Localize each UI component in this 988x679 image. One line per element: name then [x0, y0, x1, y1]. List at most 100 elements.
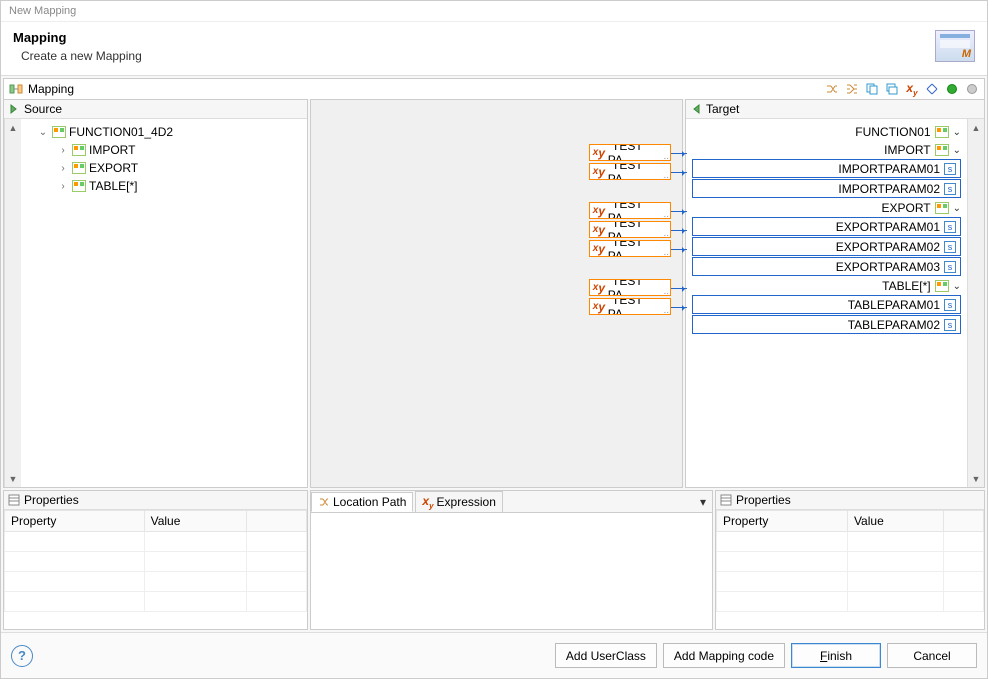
- help-icon[interactable]: ?: [11, 645, 33, 667]
- function-icon: [51, 124, 67, 140]
- group-icon: [71, 142, 87, 158]
- group-icon: [71, 160, 87, 176]
- finish-button[interactable]: Finish: [791, 643, 881, 668]
- collapse-icon[interactable]: ⌄: [953, 281, 961, 292]
- collapse-icon[interactable]: ⌄: [953, 127, 961, 138]
- tab-location-path[interactable]: Location Path: [311, 492, 413, 512]
- expression-node[interactable]: xy"TEST PA.....: [589, 240, 671, 257]
- tab-expression[interactable]: xy Expression: [415, 491, 503, 513]
- source-tree[interactable]: ⌄ FUNCTION01_4D2 › IMPORT ›: [21, 119, 307, 199]
- tree-node-export[interactable]: › EXPORT: [23, 159, 305, 177]
- properties-right-grid[interactable]: PropertyValue: [716, 510, 984, 612]
- col-property[interactable]: Property: [5, 511, 145, 532]
- target-param[interactable]: EXPORTPARAM03s: [692, 257, 961, 276]
- connector-line: [671, 153, 687, 154]
- mapping-icon: [8, 81, 24, 97]
- tool-automap-icon[interactable]: [844, 81, 860, 97]
- source-out-icon: [8, 103, 20, 115]
- banner-subtitle: Create a new Mapping: [21, 49, 142, 63]
- group-icon: [934, 200, 950, 216]
- expand-icon[interactable]: ›: [57, 145, 69, 156]
- target-group-export[interactable]: EXPORT ⌄: [688, 199, 965, 217]
- target-group-import[interactable]: IMPORT ⌄: [688, 141, 965, 159]
- expression-node[interactable]: xy"TEST PA.....: [589, 163, 671, 180]
- add-userclass-button[interactable]: Add UserClass: [555, 643, 657, 668]
- expr-icon: xy: [592, 204, 606, 218]
- tool-paste-icon[interactable]: [884, 81, 900, 97]
- connector-line: [671, 249, 687, 250]
- col-property[interactable]: Property: [717, 511, 848, 532]
- expression-tab-icon: xy: [422, 494, 433, 510]
- expr-icon: xy: [592, 300, 606, 314]
- collapse-icon[interactable]: ⌄: [953, 145, 961, 156]
- window-title: New Mapping: [1, 1, 987, 22]
- properties-icon: [720, 494, 732, 506]
- tab-label: Location Path: [333, 495, 406, 509]
- expression-node[interactable]: xy"TEST PA.....: [589, 298, 671, 315]
- target-param[interactable]: EXPORTPARAM01s: [692, 217, 961, 236]
- properties-right-header: Properties: [736, 493, 791, 507]
- source-scrollbar-left[interactable]: ▲▼: [4, 119, 21, 487]
- add-mapping-code-button[interactable]: Add Mapping code: [663, 643, 785, 668]
- tool-map-icon[interactable]: [824, 81, 840, 97]
- collapse-icon[interactable]: ⌄: [37, 127, 49, 138]
- expand-icon[interactable]: ›: [57, 181, 69, 192]
- work-area: Mapping xy Source ▲▼: [1, 76, 987, 632]
- mapping-main-split: Source ▲▼ ⌄ FUNCTION01_4D2 ›: [3, 99, 985, 488]
- string-type-icon: s: [944, 221, 956, 233]
- expr-icon: xy: [592, 223, 606, 237]
- expr-icon: xy: [592, 146, 606, 160]
- expression-text: "TEST PA...: [608, 163, 670, 180]
- center-tabbar: Location Path xy Expression ▾: [311, 491, 712, 513]
- tool-expand-all-icon[interactable]: [924, 81, 940, 97]
- function-icon: [934, 124, 950, 140]
- tree-node-table[interactable]: › TABLE[*]: [23, 177, 305, 195]
- target-group-label: TABLE[*]: [882, 279, 930, 293]
- col-value[interactable]: Value: [847, 511, 943, 532]
- tab-label: Expression: [437, 495, 496, 509]
- tab-menu-icon[interactable]: ▾: [694, 495, 712, 509]
- target-scrollbar[interactable]: ▲▼: [967, 119, 984, 487]
- cancel-button[interactable]: Cancel: [887, 643, 977, 668]
- col-blank[interactable]: [944, 511, 984, 532]
- center-detail-panel: Location Path xy Expression ▾: [310, 490, 713, 630]
- mapping-canvas[interactable]: xy"TEST PA..... xy"TEST PA..... xy"TEST …: [310, 99, 683, 488]
- string-type-icon: s: [944, 319, 956, 331]
- properties-left-grid[interactable]: PropertyValue: [4, 510, 307, 612]
- expression-text: "TEST PA...: [608, 279, 670, 296]
- expr-icon: xy: [592, 165, 606, 179]
- target-param[interactable]: IMPORTPARAM02s: [692, 179, 961, 198]
- connector-line: [671, 230, 687, 231]
- collapse-icon[interactable]: ⌄: [953, 203, 961, 214]
- connector-line: [671, 288, 687, 289]
- tool-validate-ok-icon[interactable]: [944, 81, 960, 97]
- expr-icon: xy: [592, 242, 606, 256]
- target-root[interactable]: FUNCTION01 ⌄: [688, 123, 965, 141]
- col-blank[interactable]: [247, 511, 307, 532]
- target-param-label: IMPORTPARAM01: [838, 162, 940, 176]
- connector-line: [671, 307, 687, 308]
- target-group-label: IMPORT: [884, 143, 930, 157]
- col-value[interactable]: Value: [144, 511, 246, 532]
- expression-node[interactable]: xy"TEST PA.....: [589, 221, 671, 238]
- tool-copy-icon[interactable]: [864, 81, 880, 97]
- center-detail-body[interactable]: [311, 513, 712, 629]
- target-param[interactable]: IMPORTPARAM01s: [692, 159, 961, 178]
- properties-left-header: Properties: [24, 493, 79, 507]
- tree-node-import[interactable]: › IMPORT: [23, 141, 305, 159]
- target-param[interactable]: TABLEPARAM02s: [692, 315, 961, 334]
- expand-icon[interactable]: ›: [57, 163, 69, 174]
- tool-validate-off-icon[interactable]: [964, 81, 980, 97]
- expression-node[interactable]: xy"TEST PA.....: [589, 144, 671, 161]
- target-tree[interactable]: FUNCTION01 ⌄ IMPORT ⌄ IMPORTPARAM01s IMP…: [686, 119, 967, 339]
- expression-node[interactable]: xy"TEST PA.....: [589, 202, 671, 219]
- target-param[interactable]: EXPORTPARAM02s: [692, 237, 961, 256]
- target-param[interactable]: TABLEPARAM01s: [692, 295, 961, 314]
- string-type-icon: s: [944, 241, 956, 253]
- tree-node-root[interactable]: ⌄ FUNCTION01_4D2: [23, 123, 305, 141]
- expression-node[interactable]: xy"TEST PA.....: [589, 279, 671, 296]
- target-group-table[interactable]: TABLE[*] ⌄: [688, 277, 965, 295]
- tool-expression-icon[interactable]: xy: [904, 81, 920, 97]
- wizard-banner: Mapping Create a new Mapping: [1, 22, 987, 76]
- tree-node-label: TABLE[*]: [89, 179, 137, 193]
